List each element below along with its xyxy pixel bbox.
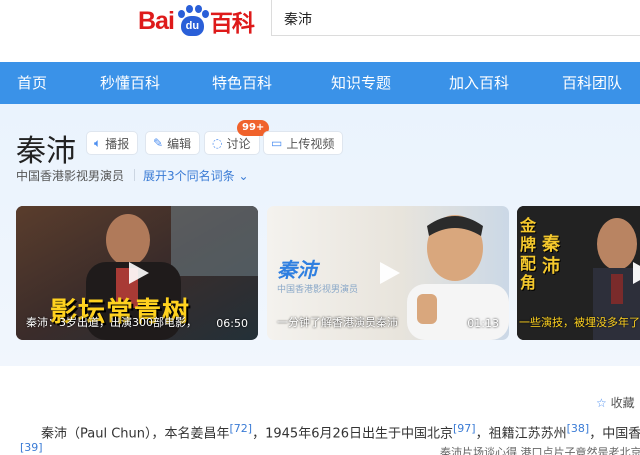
nav-item-home[interactable]: 首页 xyxy=(17,62,47,104)
play-icon[interactable] xyxy=(627,259,640,287)
top-bar: Bai du 百科 秦沛 xyxy=(0,0,640,62)
video-duration: 06:50 xyxy=(216,317,248,330)
discuss-label: 讨论 xyxy=(226,136,251,151)
play-icon[interactable] xyxy=(123,259,151,287)
entry-header: 秦沛 🔈︎ 播报 ✎ 编辑 ◌ 讨论 99+ ▭ 上传视频 中国香港影视男演员 … xyxy=(0,104,640,366)
nav-item-join[interactable]: 加入百科 xyxy=(449,62,509,104)
video-card[interactable]: 金牌配角 秦沛 一些演技，被埋没多年了 xyxy=(517,206,640,340)
collect-label: 收藏 xyxy=(610,396,635,410)
nav-item-topics[interactable]: 知识专题 xyxy=(331,62,391,104)
video-overlay-name: 秦沛 xyxy=(277,258,317,282)
star-icon: ☆ xyxy=(596,396,607,410)
subtitle-divider xyxy=(134,169,135,181)
chevron-down-icon: ⌄ xyxy=(238,169,249,183)
video-overlay-subtitle: 中国香港影视男演员 xyxy=(277,285,359,295)
edit-label: 编辑 xyxy=(167,136,192,151)
intro-text-1: 秦沛（Paul Chun），本名姜昌年 xyxy=(41,426,230,442)
expand-label: 展开3个同名词条 xyxy=(143,169,235,183)
video-caption: 一分钟了解香港演员秦沛 xyxy=(277,316,398,329)
video-overlay-vertical-1: 金牌配角 xyxy=(520,216,537,292)
logo-baike-text: 百科 xyxy=(209,11,255,37)
collect-button[interactable]: ☆ 收藏 xyxy=(596,394,635,411)
logo-du-text: du xyxy=(180,16,204,36)
paw-icon: du xyxy=(175,4,209,38)
search-value: 秦沛 xyxy=(284,12,312,28)
edit-button[interactable]: ✎ 编辑 xyxy=(145,131,201,155)
upload-label: 上传视频 xyxy=(286,136,335,151)
baidu-baike-logo[interactable]: Bai du 百科 xyxy=(138,4,255,38)
video-caption: 秦沛：3岁出道，出演300部电影， xyxy=(26,316,197,329)
speaker-icon: 🔈︎ xyxy=(94,135,102,150)
nav-item-featured[interactable]: 特色百科 xyxy=(212,62,272,104)
expand-homonyms-link[interactable]: 展开3个同名词条 ⌄ xyxy=(143,167,249,184)
logo-bai-text: Bai xyxy=(138,6,175,35)
intro-text-2: ，1945年6月26日出生于中国北京 xyxy=(252,426,454,442)
search-input[interactable]: 秦沛 xyxy=(271,0,640,36)
intro-paragraph: 秦沛（Paul Chun），本名姜昌年[72]，1945年6月26日出生于中国北… xyxy=(41,422,640,441)
nav-item-team[interactable]: 百科团队 xyxy=(562,62,622,104)
play-label: 播报 xyxy=(105,136,130,151)
citation-link[interactable]: [38] xyxy=(567,422,590,435)
video-duration: 01:13 xyxy=(467,317,499,330)
main-nav: 首页 秒懂百科 特色百科 知识专题 加入百科 百科团队 xyxy=(0,62,640,104)
pencil-icon: ✎ xyxy=(153,136,164,150)
citation-link[interactable]: [39] xyxy=(20,441,43,454)
play-icon[interactable] xyxy=(374,259,402,287)
entry-subtitle: 中国香港影视男演员 xyxy=(16,169,125,183)
related-video-preview[interactable]: 秦沛片场谈心得 港口点片子竟然是老北京 xyxy=(440,444,640,455)
video-overlay-vertical-2: 秦沛 xyxy=(542,234,560,277)
page-title: 秦沛 xyxy=(16,134,76,169)
citation-link[interactable]: [72] xyxy=(230,422,253,435)
video-card[interactable]: 影坛常青树 秦沛：3岁出道，出演300部电影， 06:50 xyxy=(16,206,258,340)
comment-icon: ◌ xyxy=(212,136,223,150)
play-audio-button[interactable]: 🔈︎ 播报 xyxy=(86,131,139,155)
video-camera-icon: ▭ xyxy=(271,136,283,150)
citation-link[interactable]: [97] xyxy=(453,422,476,435)
intro-text-3: ，祖籍江苏苏州 xyxy=(475,426,567,442)
nav-item-miaodong[interactable]: 秒懂百科 xyxy=(100,62,160,104)
intro-text-4: ，中国香港影 xyxy=(589,426,640,442)
video-card[interactable]: 秦沛 中国香港影视男演员 一分钟了解香港演员秦沛 01:13 xyxy=(267,206,509,340)
video-caption: 一些演技，被埋没多年了 xyxy=(519,316,640,329)
upload-video-button[interactable]: ▭ 上传视频 xyxy=(263,131,344,155)
